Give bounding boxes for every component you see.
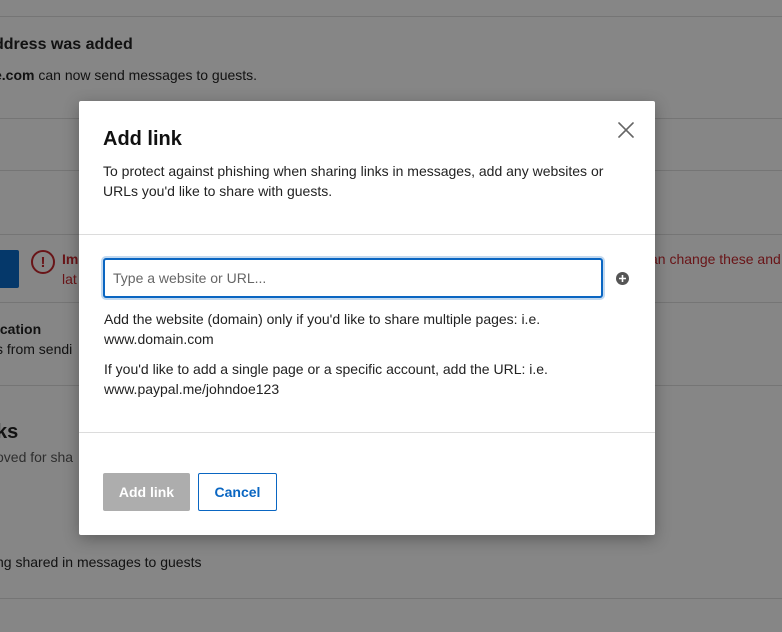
url-example: www.paypal.me/johndoe123 xyxy=(104,381,280,397)
divider xyxy=(79,234,655,235)
close-icon xyxy=(618,122,634,138)
cancel-button[interactable]: Cancel xyxy=(198,473,277,511)
add-link-dialog: Add link To protect against phishing whe… xyxy=(79,101,655,535)
add-link-button[interactable]: Add link xyxy=(103,473,190,511)
close-button[interactable] xyxy=(615,119,637,141)
url-input[interactable] xyxy=(103,258,603,298)
url-help-text: If you'd like to add a single page or a … xyxy=(104,359,604,399)
dialog-description: To protect against phishing when sharing… xyxy=(103,163,604,199)
domain-help-text: Add the website (domain) only if you'd l… xyxy=(104,309,604,349)
plus-circle-icon xyxy=(619,275,626,282)
dialog-title: Add link xyxy=(103,128,182,150)
domain-example: www.domain.com xyxy=(104,331,214,347)
domain-help-line: Add the website (domain) only if you'd l… xyxy=(104,311,541,327)
url-help-line: If you'd like to add a single page or a … xyxy=(104,361,548,377)
add-url-button[interactable] xyxy=(616,272,629,285)
divider xyxy=(79,432,655,433)
